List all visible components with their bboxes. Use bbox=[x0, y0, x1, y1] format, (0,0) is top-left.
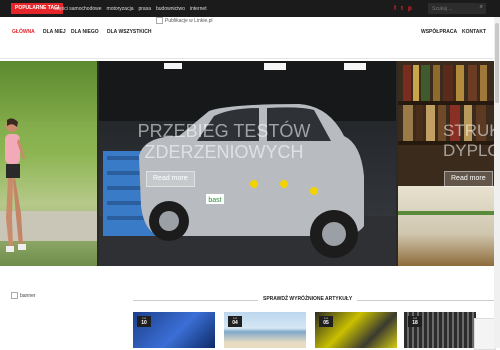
tag-link[interactable]: budownictwo bbox=[156, 6, 185, 12]
nav-item-cooperation[interactable]: WSPÓŁPRACA bbox=[421, 26, 457, 58]
broken-image-icon bbox=[11, 292, 18, 299]
date-badge: Lut 10 bbox=[137, 316, 151, 327]
tag-link[interactable]: internet bbox=[190, 6, 207, 12]
book bbox=[433, 65, 440, 101]
book bbox=[480, 65, 487, 101]
book-stack-stripe bbox=[398, 211, 494, 215]
tag-link[interactable]: prasa bbox=[138, 6, 151, 12]
car-brand-label: bast bbox=[208, 197, 221, 204]
slide-runner[interactable] bbox=[0, 61, 97, 266]
book bbox=[443, 65, 453, 101]
runner-image bbox=[5, 118, 26, 252]
tree-background bbox=[0, 61, 97, 121]
banner-image[interactable]: banner bbox=[11, 292, 36, 299]
site-logo[interactable]: Publikacje w Linkie.pl bbox=[156, 17, 213, 24]
slide-title: PRZEBIEG TESTÓW ZDERZENIOWYCH bbox=[129, 121, 319, 163]
article-thumbnail[interactable]: Lut 18 bbox=[404, 312, 476, 348]
recaptcha-badge[interactable] bbox=[474, 318, 496, 350]
book bbox=[403, 105, 413, 141]
book bbox=[468, 65, 477, 101]
slide-books[interactable]: STRUK DYPLO Read more bbox=[398, 61, 494, 266]
ceiling-light bbox=[264, 63, 286, 70]
main-nav: GŁÓWNA DLA NIEJ DLA NIEGO DLA WSZYSTKICH… bbox=[0, 26, 494, 59]
nav-item-for-everyone[interactable]: DLA WSZYSTKICH bbox=[107, 26, 152, 58]
read-more-button[interactable]: Read more bbox=[146, 171, 195, 187]
tag-links: części samochodowe motoryzacja prasa bud… bbox=[54, 0, 207, 17]
date-day: 18 bbox=[412, 320, 418, 326]
book bbox=[413, 65, 419, 101]
logo-alt-text: Publikacje w Linkie.pl bbox=[165, 17, 213, 24]
date-day: 05 bbox=[323, 320, 329, 326]
book-stack bbox=[398, 186, 494, 266]
broken-image-icon bbox=[156, 17, 163, 24]
ceiling-light bbox=[164, 63, 182, 69]
pinterest-icon[interactable]: p bbox=[408, 6, 412, 12]
date-day: 04 bbox=[232, 320, 238, 326]
date-badge: Lut 18 bbox=[408, 316, 422, 327]
article-thumbnail[interactable]: Lut 10 bbox=[133, 312, 215, 348]
tag-link[interactable]: części samochodowe bbox=[54, 6, 102, 12]
search-input[interactable] bbox=[432, 4, 474, 13]
slide-title-line: PRZEBIEG TESTÓW bbox=[137, 121, 311, 141]
slide-title-line: STRUK bbox=[443, 121, 494, 140]
ceiling-light bbox=[344, 63, 366, 70]
date-badge: Lut 05 bbox=[319, 316, 333, 327]
search-icon[interactable]: ⌕ bbox=[480, 4, 483, 11]
date-badge: Lut 04 bbox=[228, 316, 242, 327]
slide-title: STRUK DYPLO bbox=[443, 121, 494, 161]
hero-slider[interactable]: bast PRZEBIEG TESTÓW ZDERZENIOWYCH Read … bbox=[0, 61, 494, 266]
date-day: 10 bbox=[141, 320, 147, 326]
nav-item-for-her[interactable]: DLA NIEJ bbox=[43, 26, 66, 58]
read-more-button[interactable]: Read more bbox=[444, 171, 493, 187]
book bbox=[403, 65, 411, 101]
search-box: ⌕ bbox=[428, 3, 486, 14]
facebook-icon[interactable]: f bbox=[394, 6, 396, 12]
social-links: f t p bbox=[394, 0, 412, 17]
book bbox=[416, 105, 423, 141]
tag-link[interactable]: motoryzacja bbox=[107, 6, 134, 12]
slide-crash-test[interactable]: bast PRZEBIEG TESTÓW ZDERZENIOWYCH Read … bbox=[99, 61, 396, 266]
scrollbar[interactable] bbox=[494, 17, 500, 348]
scrollbar-thumb[interactable] bbox=[495, 23, 499, 103]
section-title: SPRAWDŹ WYRÓŻNIONE ARTYKUŁY bbox=[258, 296, 358, 302]
article-thumbnail[interactable]: Lut 05 bbox=[315, 312, 397, 348]
slide-title-line: ZDERZENIOWYCH bbox=[144, 142, 304, 162]
slide-title-line: DYPLO bbox=[443, 141, 494, 160]
top-bar: POPULARNE TAGI części samochodowe motory… bbox=[0, 0, 500, 17]
nav-item-contact[interactable]: KONTAKT bbox=[462, 26, 486, 58]
book bbox=[421, 65, 430, 101]
book bbox=[456, 65, 464, 101]
article-thumbnail[interactable]: Lut 04 bbox=[224, 312, 306, 348]
banner-alt-text: banner bbox=[20, 292, 36, 299]
nav-item-for-him[interactable]: DLA NIEGO bbox=[71, 26, 99, 58]
nav-item-home[interactable]: GŁÓWNA bbox=[12, 26, 35, 58]
twitter-icon[interactable]: t bbox=[401, 6, 403, 12]
book bbox=[426, 105, 435, 141]
